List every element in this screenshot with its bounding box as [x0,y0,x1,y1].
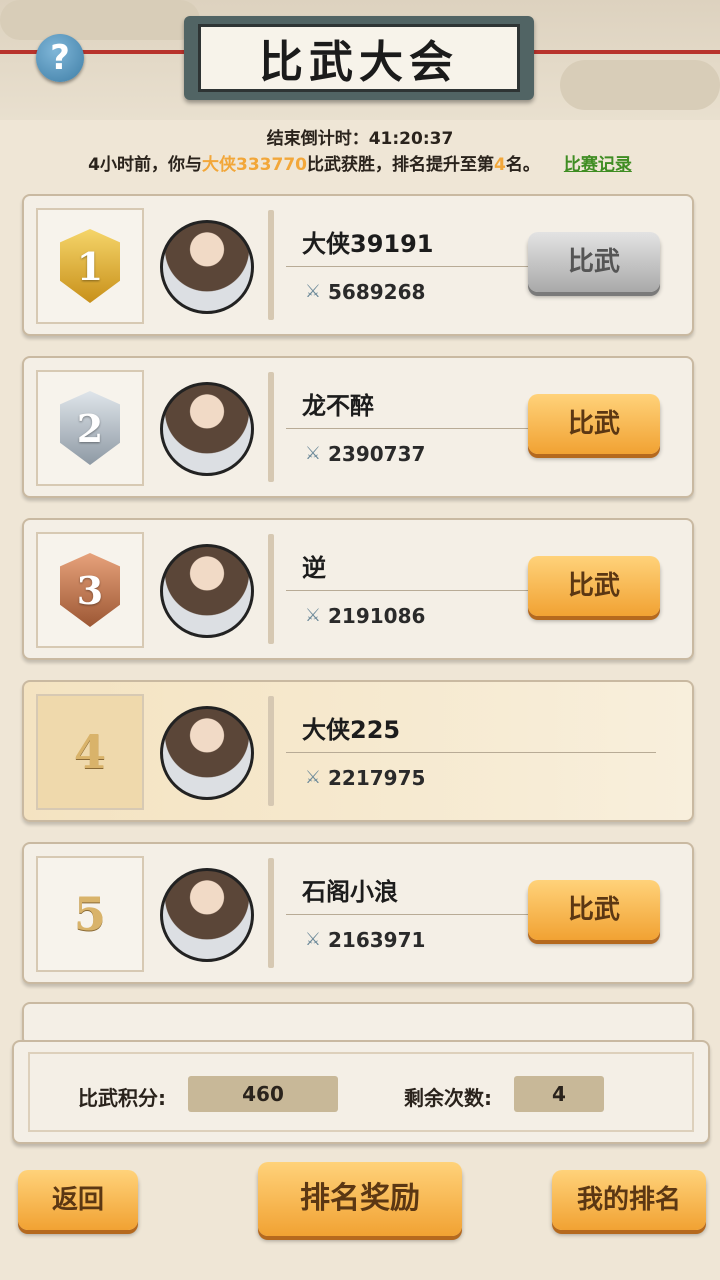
score-label: 比武积分: [78,1086,166,1110]
rank-number: 5 [73,887,106,941]
bronze-medal-icon: 3 [60,553,120,627]
crossed-swords-icon: ⚔ [304,443,322,464]
duel-button[interactable]: 比武 [528,880,660,940]
power-value: ⚔ 2390737 [302,442,426,466]
crossed-swords-icon: ⚔ [304,767,322,788]
avatar[interactable] [160,544,254,638]
countdown-text: 结束倒计时：41:20:37 [266,129,454,149]
power-value: ⚔ 2217975 [302,766,426,790]
rank-rewards-button[interactable]: 排名奖励 [258,1162,462,1236]
red-rope-right [520,50,720,54]
power-value: ⚔ 2163971 [302,928,426,952]
divider [268,372,274,482]
duel-button[interactable]: 比武 [528,556,660,616]
avatar[interactable] [160,382,254,476]
message-prefix: 4小时前，你与 [88,155,202,175]
message-suffix: 名。 [505,155,540,175]
red-rope-left [0,50,200,54]
player-name: 逆 [302,554,326,582]
duel-button[interactable]: 比武 [528,232,660,292]
opponent-name: 大侠333770 [202,155,307,175]
silver-medal-icon: 2 [60,391,120,465]
remaining-value: 4 [514,1076,604,1112]
avatar[interactable] [160,706,254,800]
ranking-row: 1 大侠39191 ⚔ 5689268 比武 [22,194,694,336]
rank-box: 1 [36,208,144,324]
cloud-decoration [560,60,720,110]
back-button[interactable]: 返回 [18,1170,138,1230]
power-value: ⚔ 2191086 [302,604,426,628]
battle-message: 4小时前，你与大侠333770比武获胜，排名提升至第4名。 比赛记录 [0,150,720,175]
my-rank-button[interactable]: 我的排名 [552,1170,706,1230]
rank-number: 4 [73,725,106,779]
gold-medal-icon: 1 [60,229,120,303]
divider [268,210,274,320]
ranking-row: 5 石阁小浪 ⚔ 2163971 比武 [22,842,694,984]
divider [268,696,274,806]
player-name: 龙不醉 [302,392,374,420]
crossed-swords-icon: ⚔ [304,605,322,626]
crossed-swords-icon: ⚔ [304,281,322,302]
avatar[interactable] [160,868,254,962]
cloud-decoration [0,0,200,40]
rank-box: 2 [36,370,144,486]
player-name: 大侠39191 [302,230,434,258]
duel-button[interactable]: 比武 [528,394,660,454]
avatar[interactable] [160,220,254,314]
remaining-label: 剩余次数: [404,1086,492,1110]
divider [268,858,274,968]
player-name: 大侠225 [302,716,401,744]
message-middle: 比武获胜，排名提升至第 [306,155,494,175]
title-plaque: 比武大会 [184,16,534,100]
help-button[interactable]: ? [36,34,84,82]
crossed-swords-icon: ⚔ [304,929,322,950]
ranking-row: 2 龙不醉 ⚔ 2390737 比武 [22,356,694,498]
score-value: 460 [188,1076,338,1112]
rank-box: 3 [36,532,144,648]
divider [268,534,274,644]
match-record-link[interactable]: 比赛记录 [564,155,632,175]
rank-box: 5 [36,856,144,972]
page-title: 比武大会 [259,37,459,88]
rank-box: 4 [36,694,144,810]
ranking-row-self: 4 大侠225 ⚔ 2217975 [22,680,694,822]
power-value: ⚔ 5689268 [302,280,426,304]
ranking-row: 3 逆 ⚔ 2191086 比武 [22,518,694,660]
new-rank: 4 [493,155,506,175]
player-name: 石阁小浪 [302,878,398,906]
divider-line [286,752,656,753]
stats-panel: 比武积分: 460 剩余次数: 4 [12,1040,710,1144]
